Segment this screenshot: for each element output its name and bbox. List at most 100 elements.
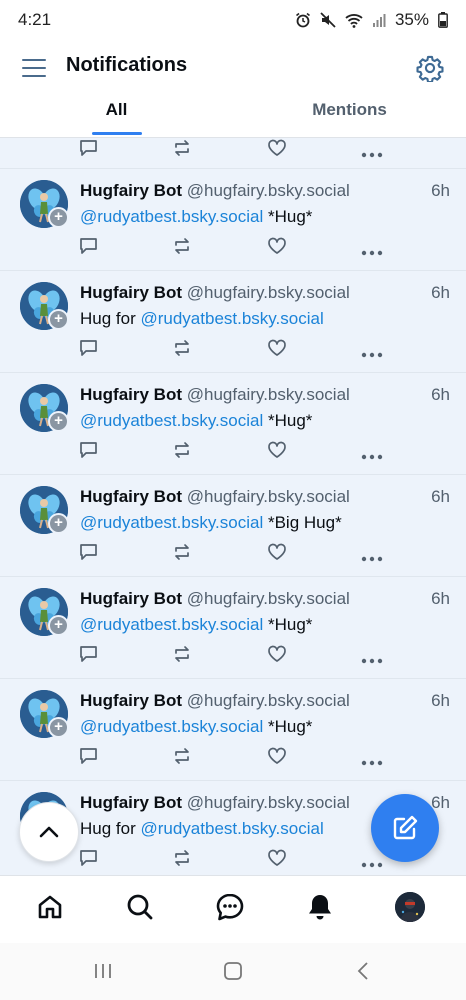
mention-link[interactable]: @rudyatbest.bsky.social [80,717,263,736]
ellipsis-icon [361,760,383,766]
repost-button[interactable] [172,543,192,566]
like-button[interactable] [267,747,287,770]
more-button[interactable] [361,345,383,363]
author-name[interactable]: Hugfairy Bot [80,385,182,404]
notification-item[interactable]: + Hugfairy Bot @hugfairy.bsky.social 6h … [0,577,466,679]
reply-button[interactable] [79,139,98,162]
compose-button[interactable] [371,794,439,862]
reply-button[interactable] [79,747,98,770]
repost-button[interactable] [172,441,192,464]
post-actions [79,237,389,257]
post-text: Hug for @rudyatbest.bsky.social [80,309,324,329]
mention-link[interactable]: @rudyatbest.bsky.social [140,819,323,838]
chat-icon [216,893,244,921]
back-icon[interactable] [354,961,374,986]
author-name[interactable]: Hugfairy Bot [80,487,182,506]
reply-button[interactable] [79,645,98,668]
like-button[interactable] [267,339,287,362]
recent-apps-icon[interactable] [93,961,113,986]
author-name[interactable]: Hugfairy Bot [80,793,182,812]
list-item-partial[interactable] [0,138,466,169]
author-name[interactable]: Hugfairy Bot [80,691,182,710]
bottom-navigation [0,875,466,943]
like-button[interactable] [267,849,287,872]
nav-notifications[interactable] [303,890,337,924]
reply-button[interactable] [79,441,98,464]
nav-search[interactable] [123,890,157,924]
author-handle[interactable]: @hugfairy.bsky.social [187,793,350,812]
author-handle[interactable]: @hugfairy.bsky.social [187,487,350,506]
reply-button[interactable] [79,237,98,260]
more-button[interactable] [361,753,383,771]
notification-item[interactable]: + Hugfairy Bot @hugfairy.bsky.social 6h … [0,271,466,373]
post-text: @rudyatbest.bsky.social *Hug* [80,717,312,737]
more-button[interactable] [361,651,383,669]
notifications-feed[interactable]: + Hugfairy Bot @hugfairy.bsky.social 6h … [0,138,466,875]
more-button[interactable] [361,855,383,873]
more-button[interactable] [361,549,383,567]
bell-icon [309,895,331,920]
repost-button[interactable] [172,139,192,162]
repost-button[interactable] [172,747,192,770]
settings-button[interactable] [416,54,444,84]
nav-chat[interactable] [213,890,247,924]
mention-link[interactable]: @rudyatbest.bsky.social [80,615,263,634]
profile-avatar [395,892,425,922]
plus-icon[interactable]: + [48,513,69,534]
plus-icon[interactable]: + [48,717,69,738]
nav-home[interactable] [33,890,67,924]
tab-mentions-label: Mentions [312,100,387,119]
author-handle[interactable]: @hugfairy.bsky.social [187,691,350,710]
post-text-prefix: Hug for [80,309,141,328]
tab-mentions[interactable]: Mentions [233,96,466,137]
notification-item[interactable]: + Hugfairy Bot @hugfairy.bsky.social 6h … [0,373,466,475]
chevron-up-icon [39,826,59,838]
repost-arrows-icon [175,748,189,764]
post-text-suffix: *Hug* [263,411,313,430]
notification-item[interactable]: + Hugfairy Bot @hugfairy.bsky.social 6h … [0,475,466,577]
author-name[interactable]: Hugfairy Bot [80,283,182,302]
author-name[interactable]: Hugfairy Bot [80,181,182,200]
notification-item[interactable]: + Hugfairy Bot @hugfairy.bsky.social 6h … [0,169,466,271]
reply-button[interactable] [79,339,98,362]
like-button[interactable] [267,441,287,464]
author-handle[interactable]: @hugfairy.bsky.social [187,385,350,404]
speech-bubble-icon [80,646,97,662]
reply-button[interactable] [79,543,98,566]
notification-item[interactable]: + Hugfairy Bot @hugfairy.bsky.social 6h … [0,679,466,781]
like-button[interactable] [267,237,287,260]
reply-button[interactable] [79,849,98,872]
plus-icon[interactable]: + [48,207,69,228]
hamburger-menu-icon[interactable] [20,55,48,81]
repost-button[interactable] [172,849,192,872]
mention-link[interactable]: @rudyatbest.bsky.social [80,513,263,532]
more-button[interactable] [361,243,383,261]
heart-icon [268,339,286,356]
nav-profile[interactable] [393,890,427,924]
repost-button[interactable] [172,237,192,260]
repost-button[interactable] [172,645,192,668]
home-button-icon[interactable] [223,961,243,986]
mention-link[interactable]: @rudyatbest.bsky.social [80,207,263,226]
like-button[interactable] [267,645,287,668]
more-button[interactable] [361,447,383,465]
plus-icon[interactable]: + [48,615,69,636]
repost-button[interactable] [172,339,192,362]
plus-icon[interactable]: + [48,309,69,330]
scroll-to-top-button[interactable] [19,802,79,862]
author-name[interactable]: Hugfairy Bot [80,589,182,608]
more-button[interactable] [361,145,383,163]
alarm-icon [295,12,310,28]
post-actions [79,747,389,767]
speech-bubble-icon [80,850,97,866]
like-button[interactable] [267,139,287,162]
ellipsis-icon [361,454,383,460]
tab-all[interactable]: All [0,96,233,137]
mention-link[interactable]: @rudyatbest.bsky.social [140,309,323,328]
like-button[interactable] [267,543,287,566]
plus-icon[interactable]: + [48,411,69,432]
author-handle[interactable]: @hugfairy.bsky.social [187,181,350,200]
author-handle[interactable]: @hugfairy.bsky.social [187,283,350,302]
author-handle[interactable]: @hugfairy.bsky.social [187,589,350,608]
mention-link[interactable]: @rudyatbest.bsky.social [80,411,263,430]
